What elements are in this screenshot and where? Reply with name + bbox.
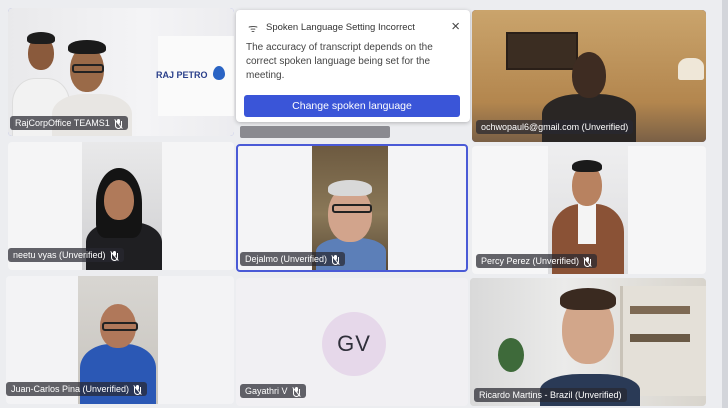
change-spoken-language-button[interactable]: Change spoken language bbox=[244, 95, 460, 117]
wall-picture bbox=[506, 32, 578, 70]
person-glasses bbox=[332, 204, 372, 213]
person-head bbox=[572, 52, 606, 98]
mic-muted-icon bbox=[331, 254, 340, 265]
name-label-rajcorp: RajCorpOffice TEAMS1 bbox=[10, 116, 128, 130]
avatar: GV bbox=[322, 312, 386, 376]
participant-tile-ochwo[interactable]: ochwopaul6@gmail.com (Unverified) bbox=[472, 10, 706, 142]
person-hair bbox=[68, 40, 106, 54]
speech-icon: ᯤ bbox=[248, 23, 259, 35]
plant bbox=[498, 338, 524, 372]
logo-drop-icon bbox=[213, 66, 225, 80]
person-head bbox=[104, 180, 134, 220]
participant-tile-juancarlos[interactable]: Juan-Carlos Pina (Unverified) bbox=[6, 276, 234, 404]
participant-name: Dejalmo (Unverified) bbox=[245, 254, 328, 264]
company-logo: RAJ PETRO bbox=[156, 70, 208, 80]
mic-muted-icon bbox=[583, 256, 592, 267]
mic-muted-icon bbox=[109, 250, 119, 261]
participant-name: Percy Perez (Unverified) bbox=[481, 256, 580, 266]
person-hair bbox=[572, 160, 602, 172]
name-label-dejalmo: Dejalmo (Unverified) bbox=[240, 252, 346, 266]
person-glasses bbox=[72, 64, 104, 73]
avatar-initials: GV bbox=[337, 331, 371, 356]
participant-tile-percy[interactable]: Percy Perez (Unverified) bbox=[472, 146, 706, 274]
participant-tile-rajcorp[interactable]: RAJ PETRO RajCorpOffice TEAMS1 bbox=[8, 8, 234, 136]
participant-name: ochwopaul6@gmail.com (Unverified) bbox=[481, 122, 629, 132]
person-hair bbox=[27, 32, 55, 44]
mic-muted-icon bbox=[291, 386, 301, 397]
scrollbar[interactable] bbox=[722, 0, 728, 408]
participant-name: RajCorpOffice TEAMS1 bbox=[15, 118, 110, 128]
name-label-gayathri: Gayathri V bbox=[240, 384, 306, 398]
person-hair bbox=[328, 180, 372, 196]
shelf-books bbox=[630, 334, 690, 342]
participant-tile-gayathri[interactable]: GV Gayathri V bbox=[236, 278, 468, 406]
notification-toast: ᯤ Spoken Language Setting Incorrect × Th… bbox=[236, 10, 470, 122]
meeting-gallery: RAJ PETRO RajCorpOffice TEAMS1 ᯤ Spoken … bbox=[0, 0, 728, 408]
participant-tile-dejalmo[interactable]: Dejalmo (Unverified) bbox=[236, 144, 468, 272]
participant-tile-ricardo[interactable]: Ricardo Martins - Brazil (Unverified) bbox=[470, 278, 706, 406]
person-body bbox=[542, 94, 636, 142]
close-icon[interactable]: × bbox=[451, 18, 460, 35]
mic-muted-icon bbox=[113, 118, 123, 129]
hidden-tile-strip bbox=[240, 126, 390, 138]
name-label-percy: Percy Perez (Unverified) bbox=[476, 254, 598, 268]
notification-title: Spoken Language Setting Incorrect bbox=[266, 22, 415, 33]
participant-name: Juan-Carlos Pina (Unverified) bbox=[11, 384, 130, 394]
mic-muted-icon bbox=[133, 384, 142, 395]
shelf-books bbox=[630, 306, 690, 314]
shirt bbox=[578, 204, 596, 244]
person-hair bbox=[560, 288, 616, 310]
person-glasses bbox=[102, 322, 138, 331]
name-label-neetu: neetu vyas (Unverified) bbox=[8, 248, 124, 262]
participant-name: Ricardo Martins - Brazil (Unverified) bbox=[479, 390, 622, 400]
video-feed-ricardo bbox=[470, 278, 706, 406]
participant-name: neetu vyas (Unverified) bbox=[13, 250, 106, 260]
notification-body: The accuracy of transcript depends on th… bbox=[246, 42, 433, 81]
participant-tile-neetu[interactable]: neetu vyas (Unverified) bbox=[8, 142, 234, 270]
lamp-shade bbox=[678, 58, 704, 80]
participant-name: Gayathri V bbox=[245, 386, 288, 396]
name-label-juancarlos: Juan-Carlos Pina (Unverified) bbox=[6, 382, 148, 396]
name-label-ochwo: ochwopaul6@gmail.com (Unverified) bbox=[476, 120, 634, 134]
name-label-ricardo: Ricardo Martins - Brazil (Unverified) bbox=[474, 388, 627, 402]
